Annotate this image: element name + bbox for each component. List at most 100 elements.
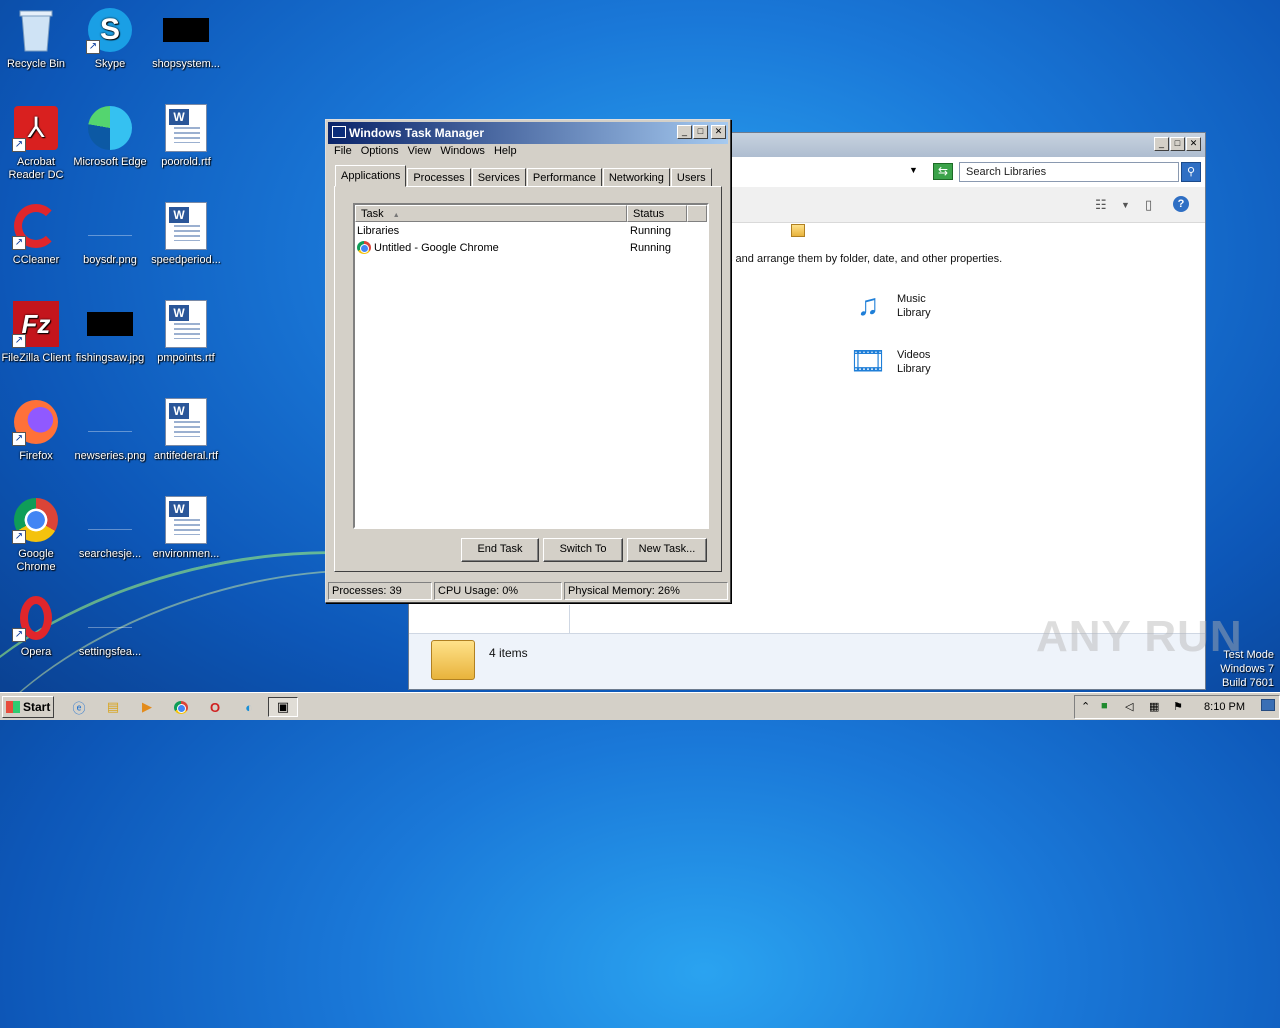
media-player-icon[interactable]: ▶	[136, 697, 158, 717]
desktop-icon-searchesje[interactable]: searchesje...	[72, 496, 148, 561]
pane-splitter[interactable]	[569, 605, 570, 635]
desktop-icon-acrobat[interactable]: ⅄ ↗ Acrobat Reader DC	[0, 104, 74, 182]
library-name: Videos	[897, 349, 931, 361]
network-icon[interactable]: ▦	[1149, 700, 1159, 713]
windows-flag-icon	[6, 701, 20, 713]
task-status: Running	[630, 224, 671, 237]
desktop-icon-settingsfea[interactable]: settingsfea...	[72, 594, 148, 659]
menu-help[interactable]: Help	[492, 144, 524, 158]
tab-processes[interactable]: Processes	[407, 168, 471, 187]
desktop-icon-ccleaner[interactable]: ↗ CCleaner	[0, 202, 74, 267]
preview-pane-icon[interactable]: ▯	[1145, 197, 1152, 213]
edge-icon	[86, 104, 134, 152]
show-desktop-icon[interactable]	[1261, 699, 1275, 711]
action-center-flag-icon[interactable]: ⚑	[1173, 700, 1183, 713]
taskbar: Start ⓔ ▤ ▶ O ◐ ▣ ⌃ ■ ◁ ▦ ⚑ 8:10 PM	[0, 692, 1280, 720]
search-icon[interactable]: ⚲	[1181, 162, 1201, 182]
desktop-icon-pmpoints[interactable]: W pmpoints.rtf	[148, 300, 224, 365]
desktop-icon-shopsystem[interactable]: shopsystem...	[148, 6, 224, 71]
ccleaner-icon: ↗	[12, 202, 60, 250]
desktop-icon-firefox[interactable]: ↗ Firefox	[0, 398, 74, 463]
task-manager-taskbar-icon[interactable]: ▣	[268, 697, 298, 717]
tab-applications[interactable]: Applications	[335, 165, 407, 187]
search-input[interactable]: Search Libraries	[959, 162, 1179, 182]
music-note-icon: ♫	[856, 289, 880, 322]
desktop-icon-recycle-bin[interactable]: Recycle Bin	[0, 6, 74, 71]
shortcut-arrow-icon: ↗	[12, 334, 26, 348]
menu-options[interactable]: Options	[359, 144, 406, 158]
table-row[interactable]: Untitled - Google Chrome Running	[355, 239, 707, 256]
menu-windows[interactable]: Windows	[438, 144, 492, 158]
desktop-icon-speedperiod[interactable]: W speedperiod...	[148, 202, 224, 267]
new-task-button[interactable]: New Task...	[627, 538, 707, 562]
close-button[interactable]: ✕	[711, 125, 726, 139]
clock[interactable]: 8:10 PM	[1204, 701, 1245, 713]
image-file-icon	[86, 398, 134, 446]
desktop-icon-opera[interactable]: ↗ Opera	[0, 594, 74, 659]
desktop-icon-newseries[interactable]: newseries.png	[72, 398, 148, 463]
desktop-icon-poorold[interactable]: W poorold.rtf	[148, 104, 224, 169]
task-manager-window: Windows Task Manager _ □ ✕ File Options …	[325, 119, 805, 603]
internet-explorer-icon[interactable]: ⓔ	[68, 697, 90, 717]
desktop-icon-fishingsaw[interactable]: fishingsaw.jpg	[72, 300, 148, 365]
table-row[interactable]: Libraries Running	[355, 222, 805, 239]
tab-performance[interactable]: Performance	[526, 168, 602, 187]
task-manager-title-bar[interactable]: Windows Task Manager _ □ ✕	[328, 122, 728, 144]
desktop-icon-environmen[interactable]: W environmen...	[148, 496, 224, 561]
tab-services[interactable]: Services	[471, 168, 526, 187]
word-document-icon: W	[162, 104, 210, 152]
library-videos[interactable]: 🎞 Videos Library	[845, 339, 931, 385]
task-manager-tray-icon[interactable]: ■	[1101, 700, 1108, 712]
desktop-icon-skype[interactable]: S ↗ Skype	[72, 6, 148, 71]
menu-file[interactable]: File	[332, 144, 359, 158]
column-task[interactable]: Task ▲	[355, 205, 627, 222]
recycle-bin-icon	[12, 6, 60, 54]
column-status[interactable]: Status	[627, 205, 687, 222]
minimize-button[interactable]: _	[1154, 137, 1169, 151]
maximize-button[interactable]: □	[693, 125, 708, 139]
refresh-icon[interactable]: ⇆	[933, 163, 953, 180]
switch-to-button[interactable]: Switch To	[543, 538, 623, 562]
end-task-button[interactable]: End Task	[461, 538, 539, 562]
edge-icon[interactable]: ◐	[238, 697, 260, 717]
desktop-icon-filezilla[interactable]: Fz ↗ FileZilla Client	[0, 300, 74, 365]
desktop-icon-label: Opera	[20, 646, 52, 658]
speaker-icon[interactable]: ◁	[1125, 700, 1133, 713]
applications-panel: Task ▲ Status Libraries Running Untitled…	[334, 186, 805, 572]
tab-users[interactable]: Users	[670, 168, 712, 187]
show-hidden-icons-icon[interactable]: ⌃	[1081, 700, 1090, 713]
help-icon[interactable]: ?	[1173, 196, 1189, 212]
desktop-icon-edge[interactable]: Microsoft Edge	[72, 104, 148, 169]
desktop-icon-label: Firefox	[19, 450, 53, 462]
task-name: Libraries	[357, 224, 400, 237]
view-options-icon[interactable]: ☷	[1095, 197, 1107, 213]
chrome-icon[interactable]	[170, 697, 192, 717]
desktop-icon-label: poorold.rtf	[161, 156, 211, 168]
folder-icon[interactable]: ▤	[102, 697, 124, 717]
library-music[interactable]: ♫ Music Library	[845, 283, 931, 329]
desktop-icon-boysdr[interactable]: boysdr.png	[72, 202, 148, 267]
chevron-down-icon[interactable]: ▼	[1121, 200, 1130, 210]
task-manager-icon	[332, 126, 346, 138]
libraries-folder-icon	[431, 640, 475, 680]
desktop-icon-label: CCleaner	[12, 254, 60, 266]
maximize-button[interactable]: □	[1170, 137, 1185, 151]
task-list[interactable]: Task ▲ Status Libraries Running Untitled…	[353, 203, 805, 529]
skype-icon: S ↗	[86, 6, 134, 54]
opera-icon[interactable]: O	[204, 697, 226, 717]
desktop-icon-chrome[interactable]: ↗ Google Chrome	[0, 496, 74, 574]
desktop-icon-label: Skype	[94, 58, 126, 70]
task-list-header: Task ▲ Status	[355, 205, 707, 222]
close-button[interactable]: ✕	[1186, 137, 1201, 151]
word-document-icon: W	[162, 300, 210, 348]
desktop-icon-label: fishingsaw.jpg	[75, 352, 145, 364]
library-name: Music	[897, 293, 926, 305]
address-dropdown-icon[interactable]: ▼	[909, 165, 918, 175]
chrome-icon: ↗	[12, 496, 60, 544]
desktop-icon-antifederal[interactable]: W antifederal.rtf	[148, 398, 224, 463]
tab-networking[interactable]: Networking	[602, 168, 670, 187]
minimize-button[interactable]: _	[677, 125, 692, 139]
start-button[interactable]: Start	[2, 696, 54, 718]
desktop-icon-label: Recycle Bin	[6, 58, 66, 70]
menu-view[interactable]: View	[406, 144, 439, 158]
